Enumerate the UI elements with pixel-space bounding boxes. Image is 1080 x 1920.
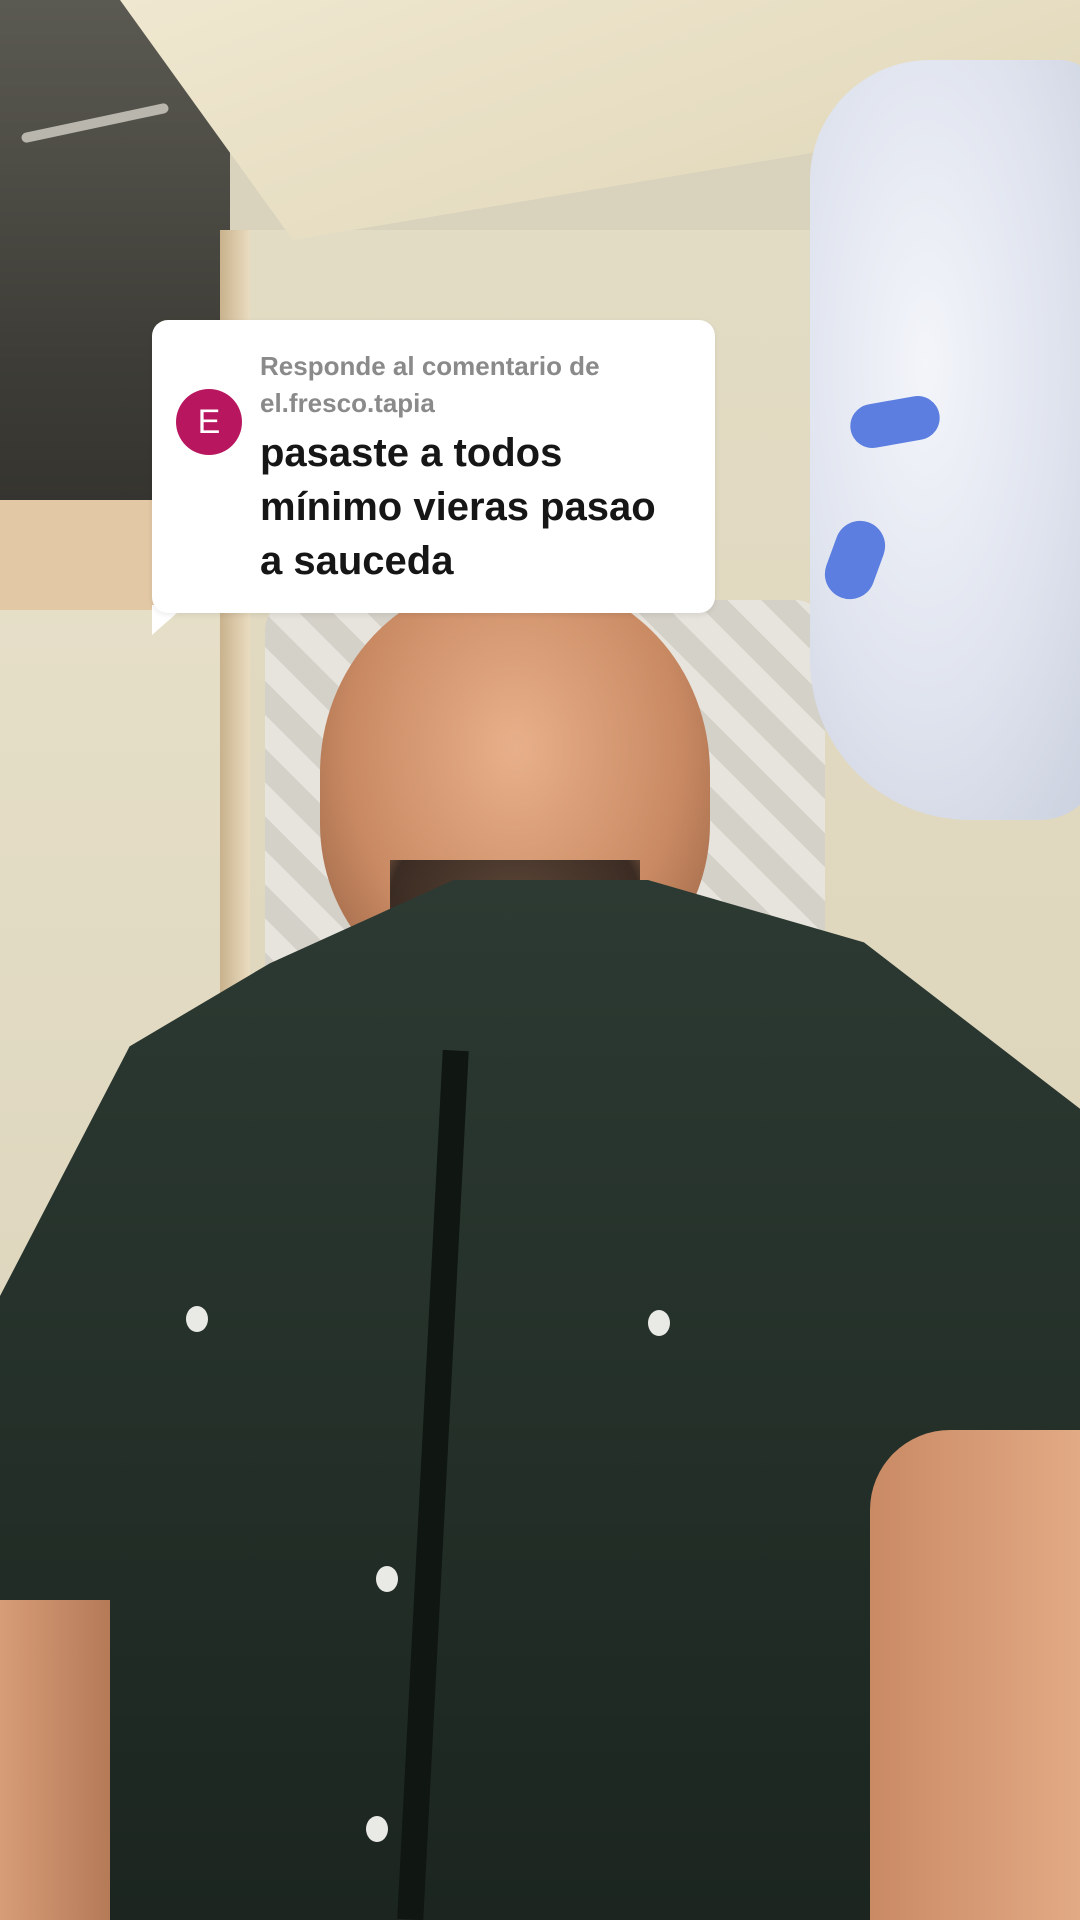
comment-line: pasaste a todos	[260, 431, 563, 475]
shirt-button	[376, 1566, 398, 1592]
commenter-avatar[interactable]: E	[176, 389, 242, 455]
avatar-initial: E	[197, 402, 221, 441]
shirt-button	[366, 1816, 388, 1842]
comment-line: mínimo vieras pasao	[260, 485, 656, 529]
commenter-username[interactable]: el.fresco.tapia	[260, 385, 700, 422]
person-arm-left	[0, 1600, 110, 1920]
comment-line: a sauceda	[260, 539, 454, 583]
reply-header: Responde al comentario de el.fresco.tapi…	[260, 348, 700, 422]
plastic-bag	[810, 60, 1080, 820]
reply-comment-text: pasaste a todos mínimo vieras pasao a sa…	[260, 426, 700, 588]
shirt-button	[648, 1310, 670, 1336]
video-frame[interactable]: E Responde al comentario de el.fresco.ta…	[0, 0, 1080, 1920]
reply-header-label: Responde al comentario de	[260, 351, 600, 381]
comment-reply-sticker[interactable]: E Responde al comentario de el.fresco.ta…	[152, 320, 715, 613]
shirt-button	[186, 1306, 208, 1332]
person-arm-right	[870, 1430, 1080, 1920]
closet-shelf	[0, 500, 160, 610]
